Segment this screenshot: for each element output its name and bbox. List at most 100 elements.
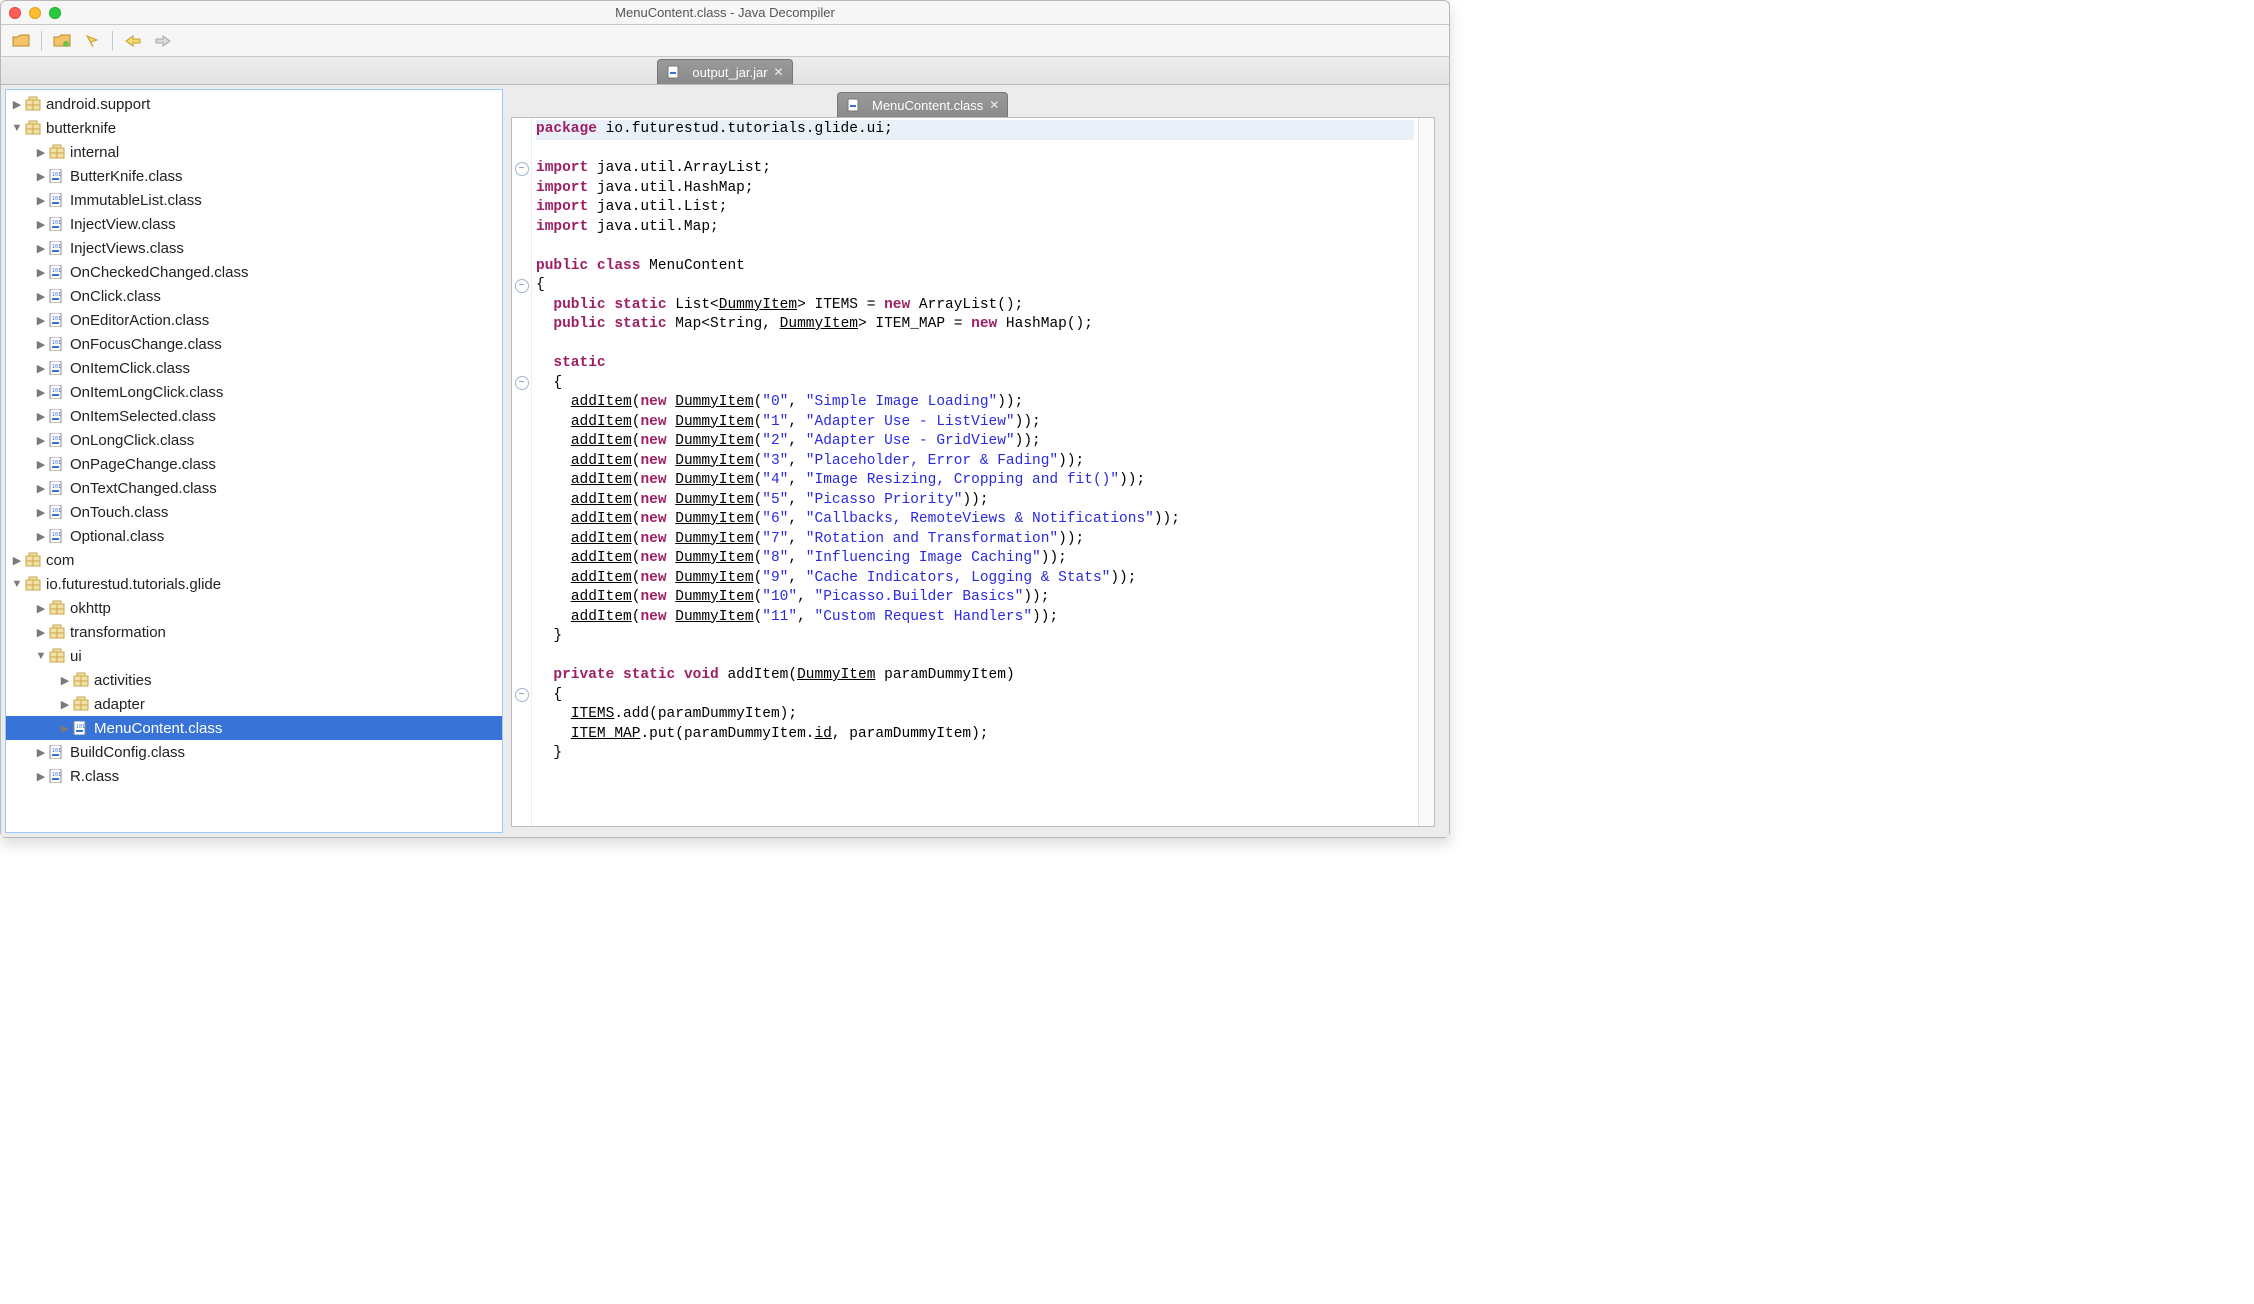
tree-package-item[interactable]: ▶android.support xyxy=(6,92,502,116)
expand-collapse-icon[interactable]: ▶ xyxy=(10,554,24,567)
svg-text:101: 101 xyxy=(52,460,61,466)
package-icon xyxy=(24,551,42,569)
tree-package-item[interactable]: ▶internal xyxy=(6,140,502,164)
code-text[interactable]: package io.futurestud.tutorials.glide.ui… xyxy=(532,118,1418,826)
expand-collapse-icon[interactable]: ▶ xyxy=(34,434,48,447)
package-icon xyxy=(24,575,42,593)
tree-item-label: OnItemLongClick.class xyxy=(70,384,223,401)
expand-collapse-icon[interactable]: ▶ xyxy=(34,170,48,183)
fold-marker-icon[interactable]: − xyxy=(515,376,529,390)
zoom-window-button[interactable] xyxy=(49,7,61,19)
tree-class-item[interactable]: ▶101MenuContent.class xyxy=(6,716,502,740)
file-tab[interactable]: output_jar.jar ✕ xyxy=(657,59,792,84)
search-button[interactable] xyxy=(80,30,104,52)
forward-button[interactable] xyxy=(151,30,175,52)
expand-collapse-icon[interactable]: ▶ xyxy=(34,602,48,615)
class-file-icon: 101 xyxy=(48,767,66,785)
class-file-icon: 101 xyxy=(48,359,66,377)
expand-collapse-icon[interactable]: ▶ xyxy=(34,314,48,327)
tree-item-label: BuildConfig.class xyxy=(70,744,185,761)
expand-collapse-icon[interactable]: ▶ xyxy=(34,242,48,255)
back-button[interactable] xyxy=(121,30,145,52)
tree-class-item[interactable]: ▶101ButterKnife.class xyxy=(6,164,502,188)
expand-collapse-icon[interactable]: ▼ xyxy=(10,578,24,590)
expand-collapse-icon[interactable]: ▶ xyxy=(34,482,48,495)
minimize-window-button[interactable] xyxy=(29,7,41,19)
expand-collapse-icon[interactable]: ▶ xyxy=(34,194,48,207)
tree-class-item[interactable]: ▶ 101 OnClick.class xyxy=(6,284,502,308)
open-type-button[interactable] xyxy=(50,30,74,52)
tree-class-item[interactable]: ▶101BuildConfig.class xyxy=(6,740,502,764)
svg-text:101: 101 xyxy=(52,172,61,178)
close-window-button[interactable] xyxy=(9,7,21,19)
tree-class-item[interactable]: ▶101OnPageChange.class xyxy=(6,452,502,476)
fold-marker-icon[interactable]: − xyxy=(515,279,529,293)
editor-tab[interactable]: MenuContent.class ✕ xyxy=(837,92,1008,117)
tree-item-label: Optional.class xyxy=(70,528,164,545)
close-tab-icon[interactable]: ✕ xyxy=(774,65,784,79)
expand-collapse-icon[interactable]: ▶ xyxy=(34,338,48,351)
expand-collapse-icon[interactable]: ▶ xyxy=(58,722,72,735)
tree-class-item[interactable]: ▶101OnEditorAction.class xyxy=(6,308,502,332)
expand-collapse-icon[interactable]: ▶ xyxy=(34,386,48,399)
fold-marker-icon[interactable]: − xyxy=(515,688,529,702)
expand-collapse-icon[interactable]: ▶ xyxy=(34,410,48,423)
tree-class-item[interactable]: ▶101InjectView.class xyxy=(6,212,502,236)
expand-collapse-icon[interactable]: ▶ xyxy=(58,698,72,711)
file-tab-label: output_jar.jar xyxy=(692,65,767,80)
expand-collapse-icon[interactable]: ▶ xyxy=(58,674,72,687)
tree-item-label: OnLongClick.class xyxy=(70,432,194,449)
tree-item-label: com xyxy=(46,552,74,569)
tree-class-item[interactable]: ▶101OnItemSelected.class xyxy=(6,404,502,428)
tree-class-item[interactable]: ▶ 101 InjectViews.class xyxy=(6,236,502,260)
tree-class-item[interactable]: ▶101OnTouch.class xyxy=(6,500,502,524)
tree-package-item[interactable]: ▼io.futurestud.tutorials.glide xyxy=(6,572,502,596)
expand-collapse-icon[interactable]: ▼ xyxy=(34,650,48,662)
tree-class-item[interactable]: ▶101R.class xyxy=(6,764,502,788)
svg-text:101: 101 xyxy=(52,244,61,250)
tree-class-item[interactable]: ▶101OnLongClick.class xyxy=(6,428,502,452)
vertical-scrollbar[interactable] xyxy=(1418,118,1434,826)
expand-collapse-icon[interactable]: ▶ xyxy=(10,98,24,111)
expand-collapse-icon[interactable]: ▶ xyxy=(34,506,48,519)
tree-package-item[interactable]: ▶transformation xyxy=(6,620,502,644)
expand-collapse-icon[interactable]: ▶ xyxy=(34,266,48,279)
close-editor-tab-icon[interactable]: ✕ xyxy=(989,98,999,112)
editor-tab-label: MenuContent.class xyxy=(872,98,983,113)
tree-class-item[interactable]: ▶101OnItemClick.class xyxy=(6,356,502,380)
tree-class-item[interactable]: ▶101OnCheckedChanged.class xyxy=(6,260,502,284)
tree-class-item[interactable]: ▶101Optional.class xyxy=(6,524,502,548)
open-file-button[interactable] xyxy=(9,30,33,52)
expand-collapse-icon[interactable]: ▶ xyxy=(34,770,48,783)
tree-package-item[interactable]: ▶ com xyxy=(6,548,502,572)
expand-collapse-icon[interactable]: ▶ xyxy=(34,626,48,639)
expand-collapse-icon[interactable]: ▶ xyxy=(34,530,48,543)
tree-item-label: OnTextChanged.class xyxy=(70,480,217,497)
tree-package-item[interactable]: ▶activities xyxy=(6,668,502,692)
expand-collapse-icon[interactable]: ▶ xyxy=(34,458,48,471)
svg-text:101: 101 xyxy=(52,316,61,322)
expand-collapse-icon[interactable]: ▶ xyxy=(34,746,48,759)
svg-text:101: 101 xyxy=(52,292,61,298)
tree-class-item[interactable]: ▶101ImmutableList.class xyxy=(6,188,502,212)
package-explorer[interactable]: ▶android.support▼butterknife▶internal▶10… xyxy=(5,89,503,833)
tree-package-item[interactable]: ▼ui xyxy=(6,644,502,668)
tree-item-label: OnClick.class xyxy=(70,288,161,305)
expand-collapse-icon[interactable]: ▶ xyxy=(34,146,48,159)
expand-collapse-icon[interactable]: ▼ xyxy=(10,122,24,134)
toolbar xyxy=(1,25,1449,57)
expand-collapse-icon[interactable]: ▶ xyxy=(34,218,48,231)
fold-marker-icon[interactable]: − xyxy=(515,162,529,176)
class-file-icon: 101 xyxy=(48,191,66,209)
expand-collapse-icon[interactable]: ▶ xyxy=(34,362,48,375)
expand-collapse-icon[interactable]: ▶ xyxy=(34,290,48,303)
tree-class-item[interactable]: ▶101OnItemLongClick.class xyxy=(6,380,502,404)
tree-class-item[interactable]: ▶101OnTextChanged.class xyxy=(6,476,502,500)
tree-package-item[interactable]: ▶okhttp xyxy=(6,596,502,620)
tree-package-item[interactable]: ▼butterknife xyxy=(6,116,502,140)
source-editor[interactable]: − − − − package io.futurestud.tutorials.… xyxy=(511,117,1435,827)
tree-item-label: InjectViews.class xyxy=(70,240,184,257)
tree-class-item[interactable]: ▶101OnFocusChange.class xyxy=(6,332,502,356)
app-window: MenuContent.class - Java Decompiler outp… xyxy=(0,0,1450,838)
tree-package-item[interactable]: ▶adapter xyxy=(6,692,502,716)
